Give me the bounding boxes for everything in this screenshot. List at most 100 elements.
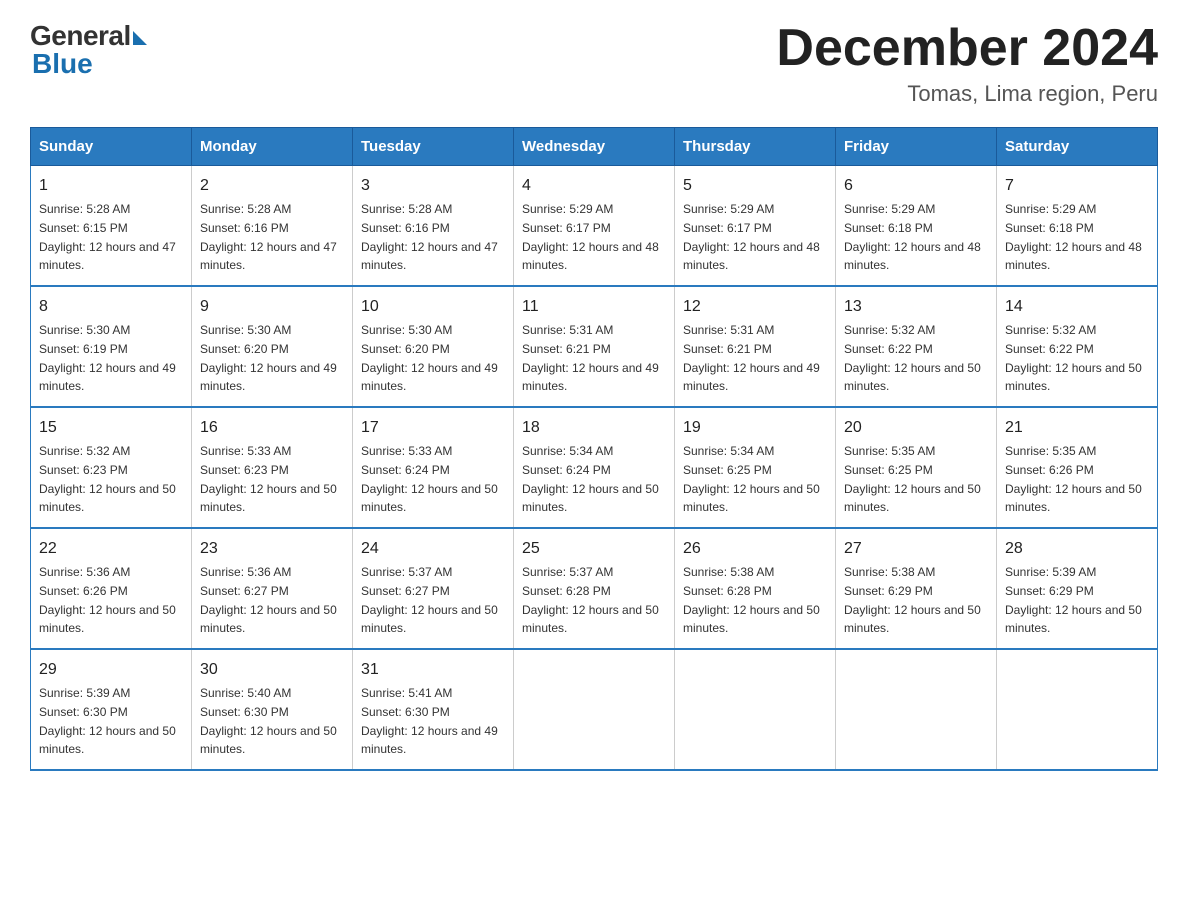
day-number: 24 — [361, 537, 505, 561]
day-info: Sunrise: 5:31 AMSunset: 6:21 PMDaylight:… — [683, 323, 820, 393]
day-number: 31 — [361, 658, 505, 682]
calendar-cell: 26 Sunrise: 5:38 AMSunset: 6:28 PMDaylig… — [675, 528, 836, 649]
day-number: 10 — [361, 295, 505, 319]
day-info: Sunrise: 5:29 AMSunset: 6:17 PMDaylight:… — [683, 202, 820, 272]
day-number: 17 — [361, 416, 505, 440]
day-info: Sunrise: 5:35 AMSunset: 6:26 PMDaylight:… — [1005, 444, 1142, 514]
day-number: 9 — [200, 295, 344, 319]
calendar-week-row: 29 Sunrise: 5:39 AMSunset: 6:30 PMDaylig… — [31, 649, 1158, 770]
calendar-cell: 3 Sunrise: 5:28 AMSunset: 6:16 PMDayligh… — [353, 166, 514, 287]
day-info: Sunrise: 5:29 AMSunset: 6:18 PMDaylight:… — [844, 202, 981, 272]
calendar-cell: 12 Sunrise: 5:31 AMSunset: 6:21 PMDaylig… — [675, 286, 836, 407]
logo-blue-text: Blue — [30, 48, 93, 80]
calendar-cell: 19 Sunrise: 5:34 AMSunset: 6:25 PMDaylig… — [675, 407, 836, 528]
day-info: Sunrise: 5:37 AMSunset: 6:27 PMDaylight:… — [361, 565, 498, 635]
column-header-thursday: Thursday — [675, 128, 836, 166]
logo-arrow-icon — [133, 31, 147, 45]
day-info: Sunrise: 5:32 AMSunset: 6:22 PMDaylight:… — [844, 323, 981, 393]
day-number: 15 — [39, 416, 183, 440]
day-number: 21 — [1005, 416, 1149, 440]
calendar-header-row: SundayMondayTuesdayWednesdayThursdayFrid… — [31, 128, 1158, 166]
calendar-cell: 7 Sunrise: 5:29 AMSunset: 6:18 PMDayligh… — [997, 166, 1158, 287]
day-info: Sunrise: 5:28 AMSunset: 6:16 PMDaylight:… — [361, 202, 498, 272]
day-info: Sunrise: 5:31 AMSunset: 6:21 PMDaylight:… — [522, 323, 659, 393]
calendar-cell: 11 Sunrise: 5:31 AMSunset: 6:21 PMDaylig… — [514, 286, 675, 407]
day-info: Sunrise: 5:40 AMSunset: 6:30 PMDaylight:… — [200, 686, 337, 756]
day-info: Sunrise: 5:32 AMSunset: 6:22 PMDaylight:… — [1005, 323, 1142, 393]
day-number: 8 — [39, 295, 183, 319]
day-info: Sunrise: 5:30 AMSunset: 6:20 PMDaylight:… — [200, 323, 337, 393]
title-block: December 2024 Tomas, Lima region, Peru — [776, 20, 1158, 107]
column-header-friday: Friday — [836, 128, 997, 166]
day-info: Sunrise: 5:28 AMSunset: 6:15 PMDaylight:… — [39, 202, 176, 272]
day-info: Sunrise: 5:33 AMSunset: 6:24 PMDaylight:… — [361, 444, 498, 514]
calendar-cell: 20 Sunrise: 5:35 AMSunset: 6:25 PMDaylig… — [836, 407, 997, 528]
day-number: 5 — [683, 174, 827, 198]
location-title: Tomas, Lima region, Peru — [776, 81, 1158, 107]
column-header-monday: Monday — [192, 128, 353, 166]
calendar-week-row: 1 Sunrise: 5:28 AMSunset: 6:15 PMDayligh… — [31, 166, 1158, 287]
calendar-cell: 17 Sunrise: 5:33 AMSunset: 6:24 PMDaylig… — [353, 407, 514, 528]
calendar-week-row: 22 Sunrise: 5:36 AMSunset: 6:26 PMDaylig… — [31, 528, 1158, 649]
calendar-cell: 13 Sunrise: 5:32 AMSunset: 6:22 PMDaylig… — [836, 286, 997, 407]
day-info: Sunrise: 5:38 AMSunset: 6:29 PMDaylight:… — [844, 565, 981, 635]
calendar-cell: 14 Sunrise: 5:32 AMSunset: 6:22 PMDaylig… — [997, 286, 1158, 407]
day-number: 22 — [39, 537, 183, 561]
calendar-table: SundayMondayTuesdayWednesdayThursdayFrid… — [30, 127, 1158, 771]
calendar-cell: 6 Sunrise: 5:29 AMSunset: 6:18 PMDayligh… — [836, 166, 997, 287]
calendar-cell: 4 Sunrise: 5:29 AMSunset: 6:17 PMDayligh… — [514, 166, 675, 287]
day-info: Sunrise: 5:36 AMSunset: 6:27 PMDaylight:… — [200, 565, 337, 635]
day-number: 1 — [39, 174, 183, 198]
calendar-cell: 1 Sunrise: 5:28 AMSunset: 6:15 PMDayligh… — [31, 166, 192, 287]
calendar-cell: 25 Sunrise: 5:37 AMSunset: 6:28 PMDaylig… — [514, 528, 675, 649]
day-info: Sunrise: 5:34 AMSunset: 6:24 PMDaylight:… — [522, 444, 659, 514]
logo: General Blue — [30, 20, 147, 80]
day-number: 19 — [683, 416, 827, 440]
calendar-cell — [675, 649, 836, 770]
calendar-cell: 21 Sunrise: 5:35 AMSunset: 6:26 PMDaylig… — [997, 407, 1158, 528]
day-info: Sunrise: 5:33 AMSunset: 6:23 PMDaylight:… — [200, 444, 337, 514]
calendar-cell: 29 Sunrise: 5:39 AMSunset: 6:30 PMDaylig… — [31, 649, 192, 770]
day-number: 18 — [522, 416, 666, 440]
day-number: 23 — [200, 537, 344, 561]
day-number: 13 — [844, 295, 988, 319]
day-number: 4 — [522, 174, 666, 198]
column-header-wednesday: Wednesday — [514, 128, 675, 166]
calendar-cell: 24 Sunrise: 5:37 AMSunset: 6:27 PMDaylig… — [353, 528, 514, 649]
day-info: Sunrise: 5:29 AMSunset: 6:18 PMDaylight:… — [1005, 202, 1142, 272]
day-number: 20 — [844, 416, 988, 440]
day-info: Sunrise: 5:30 AMSunset: 6:19 PMDaylight:… — [39, 323, 176, 393]
calendar-cell — [997, 649, 1158, 770]
day-number: 12 — [683, 295, 827, 319]
day-number: 16 — [200, 416, 344, 440]
calendar-cell: 5 Sunrise: 5:29 AMSunset: 6:17 PMDayligh… — [675, 166, 836, 287]
column-header-tuesday: Tuesday — [353, 128, 514, 166]
day-number: 30 — [200, 658, 344, 682]
day-info: Sunrise: 5:37 AMSunset: 6:28 PMDaylight:… — [522, 565, 659, 635]
calendar-cell — [836, 649, 997, 770]
day-number: 7 — [1005, 174, 1149, 198]
calendar-cell: 15 Sunrise: 5:32 AMSunset: 6:23 PMDaylig… — [31, 407, 192, 528]
day-info: Sunrise: 5:38 AMSunset: 6:28 PMDaylight:… — [683, 565, 820, 635]
calendar-cell: 22 Sunrise: 5:36 AMSunset: 6:26 PMDaylig… — [31, 528, 192, 649]
calendar-cell: 31 Sunrise: 5:41 AMSunset: 6:30 PMDaylig… — [353, 649, 514, 770]
column-header-sunday: Sunday — [31, 128, 192, 166]
day-info: Sunrise: 5:29 AMSunset: 6:17 PMDaylight:… — [522, 202, 659, 272]
calendar-cell: 28 Sunrise: 5:39 AMSunset: 6:29 PMDaylig… — [997, 528, 1158, 649]
day-info: Sunrise: 5:41 AMSunset: 6:30 PMDaylight:… — [361, 686, 498, 756]
day-info: Sunrise: 5:39 AMSunset: 6:30 PMDaylight:… — [39, 686, 176, 756]
calendar-cell: 23 Sunrise: 5:36 AMSunset: 6:27 PMDaylig… — [192, 528, 353, 649]
day-info: Sunrise: 5:32 AMSunset: 6:23 PMDaylight:… — [39, 444, 176, 514]
day-number: 29 — [39, 658, 183, 682]
page-header: General Blue December 2024 Tomas, Lima r… — [30, 20, 1158, 107]
day-info: Sunrise: 5:30 AMSunset: 6:20 PMDaylight:… — [361, 323, 498, 393]
day-number: 2 — [200, 174, 344, 198]
day-info: Sunrise: 5:35 AMSunset: 6:25 PMDaylight:… — [844, 444, 981, 514]
day-number: 25 — [522, 537, 666, 561]
calendar-week-row: 15 Sunrise: 5:32 AMSunset: 6:23 PMDaylig… — [31, 407, 1158, 528]
day-info: Sunrise: 5:39 AMSunset: 6:29 PMDaylight:… — [1005, 565, 1142, 635]
calendar-cell: 8 Sunrise: 5:30 AMSunset: 6:19 PMDayligh… — [31, 286, 192, 407]
calendar-cell — [514, 649, 675, 770]
calendar-cell: 2 Sunrise: 5:28 AMSunset: 6:16 PMDayligh… — [192, 166, 353, 287]
calendar-body: 1 Sunrise: 5:28 AMSunset: 6:15 PMDayligh… — [31, 166, 1158, 771]
